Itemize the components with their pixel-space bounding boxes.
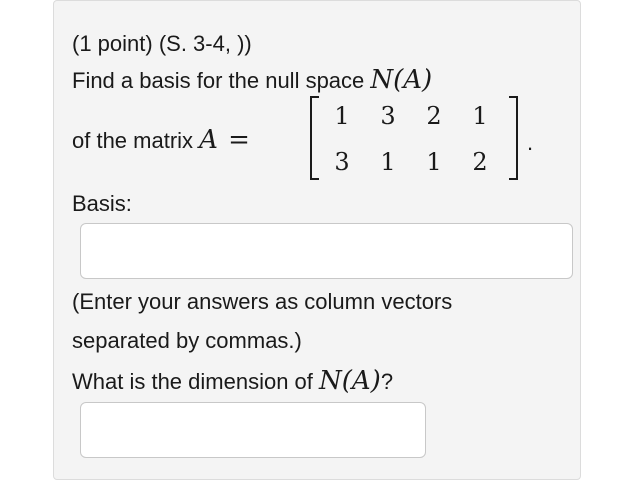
instruction-line-2: separated by commas.) [72,328,302,353]
dimension-input[interactable] [80,402,426,458]
matrix-right-bracket [509,96,518,180]
matrix-left-bracket [310,96,319,180]
matrix-cell: 3 [380,102,396,130]
matrix-label-text: of the matrix [72,128,200,153]
dimension-question: What is the dimension of N(A)? [72,368,393,395]
instruction-line-1: (Enter your answers as column vectors [72,289,453,314]
matrix-A: 1 3 2 1 3 1 1 2 [310,96,518,184]
matrix-cell: 1 [472,102,488,130]
null-space-symbol: N(A) [370,65,433,95]
problem-header: (1 point) (S. 3-4, )) [72,31,252,56]
basis-label: Basis: [72,191,132,216]
matrix-symbol: A [199,125,218,155]
dimension-qmark: ? [380,369,394,394]
matrix-period: . [527,130,534,155]
dimension-symbol: N(A) [319,366,381,396]
prompt-text: Find a basis for the null space [72,68,371,93]
matrix-cell: 2 [472,148,488,176]
matrix-cell: 2 [426,102,442,130]
basis-input[interactable] [80,223,573,279]
matrix-cell: 1 [334,102,350,130]
matrix-cell: 1 [426,148,442,176]
matrix-cell: 3 [334,148,350,176]
matrix-cell: 1 [380,148,396,176]
problem-prompt: Find a basis for the null space N(A) [72,67,432,94]
matrix-label: of the matrix A = [72,127,250,154]
equals-sign: = [228,125,250,155]
dimension-text: What is the dimension of [72,369,320,394]
